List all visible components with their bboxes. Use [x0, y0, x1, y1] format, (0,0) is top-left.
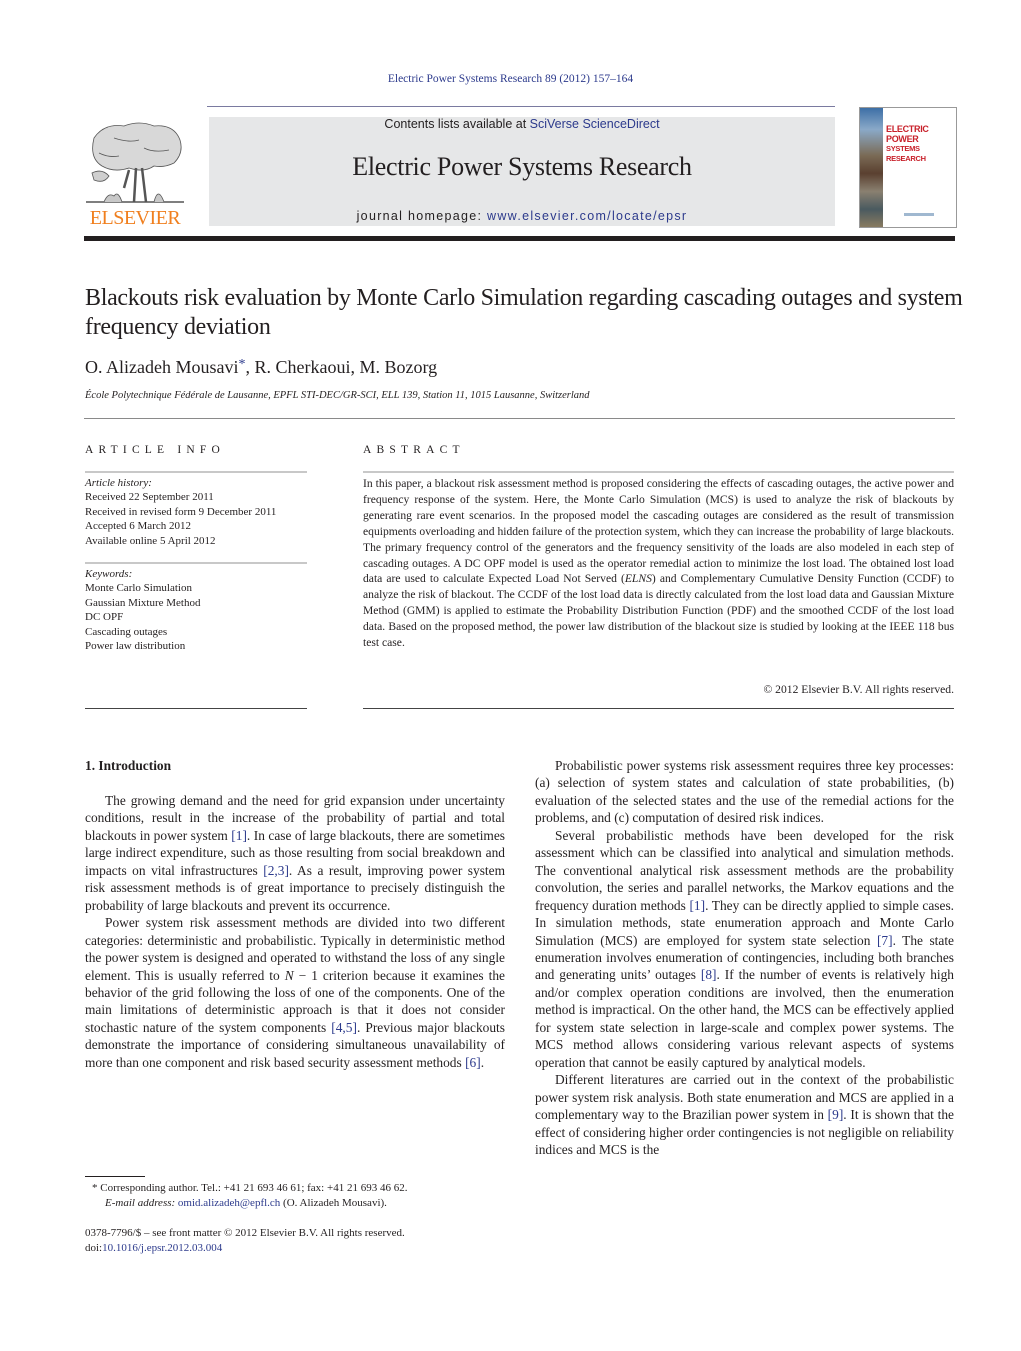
author-name[interactable]: M. Bozorg: [359, 357, 437, 377]
paragraph: Different literatures are carried out in…: [535, 1071, 954, 1158]
affiliation: École Polytechnique Fédérale de Lausanne…: [85, 390, 590, 401]
doi-link[interactable]: 10.1016/j.epsr.2012.03.004: [102, 1242, 222, 1254]
homepage-line: journal homepage: www.elsevier.com/locat…: [209, 209, 835, 223]
history-label: Article history:: [85, 477, 152, 489]
doi-prefix: doi:: [85, 1242, 103, 1254]
section-heading: 1. Introduction: [85, 758, 172, 773]
keyword: Power law distribution: [85, 640, 186, 653]
journal-citation-link[interactable]: Electric Power Systems Research 89 (2012…: [0, 73, 1021, 85]
keyword: Gaussian Mixture Method: [85, 596, 201, 609]
text-run: .: [480, 1054, 485, 1070]
email-label: E-mail address:: [105, 1197, 178, 1209]
front-matter: 0378-7796/$ – see front matter © 2012 El…: [85, 1226, 505, 1256]
right-column: Probabilistic power systems risk assessm…: [535, 757, 954, 1158]
journal-name: Electric Power Systems Research: [352, 152, 692, 181]
footnote-rule: [85, 1176, 145, 1177]
masthead-rule: [84, 236, 955, 241]
divider: [363, 708, 954, 709]
article-info-heading: ARTICLE INFO: [85, 444, 225, 456]
journal-homepage-link[interactable]: www.elsevier.com/locate/epsr: [487, 209, 687, 223]
math-symbol: N: [284, 967, 294, 983]
history-item: Received 22 September 2011: [85, 491, 214, 504]
abstract-text: In this paper, a blackout risk assessmen…: [363, 476, 954, 651]
sciencedirect-link[interactable]: SciVerse ScienceDirect: [530, 117, 660, 131]
divider: [363, 471, 954, 473]
contents-line: Contents lists available at SciVerse Sci…: [209, 117, 835, 131]
citation-link[interactable]: [6]: [465, 1055, 481, 1070]
text-run: . If the number of events is relatively …: [535, 967, 954, 1070]
history-item: Accepted 6 March 2012: [85, 520, 191, 533]
email-suffix: (O. Alizadeh Mousavi).: [280, 1197, 387, 1209]
abstract-heading: ABSTRACT: [363, 444, 465, 456]
author-name[interactable]: R. Cherkaoui: [254, 357, 350, 377]
text-run: Probabilistic power systems risk assessm…: [535, 758, 954, 826]
header-rule: [207, 106, 835, 107]
paragraph: Several probabilistic methods have been …: [535, 827, 954, 1071]
paragraph: The growing demand and the need for grid…: [85, 792, 505, 914]
abstract-part: In this paper, a blackout risk assessmen…: [363, 477, 954, 586]
cover-photo-strip: [860, 108, 883, 227]
cover-title-line1: ELECTRIC POWER: [886, 124, 929, 144]
contents-prefix: Contents lists available at: [384, 117, 530, 131]
elsevier-wordmark[interactable]: ELSEVIER: [84, 207, 186, 230]
left-column: The growing demand and the need for grid…: [85, 792, 505, 1071]
divider: [85, 471, 307, 473]
citation-link[interactable]: [7]: [877, 933, 893, 948]
citation-link[interactable]: [9]: [828, 1107, 844, 1122]
citation-link[interactable]: [1]: [689, 898, 705, 913]
citation-link[interactable]: [4,5]: [331, 1020, 357, 1035]
author-list: O. Alizadeh Mousavi*, R. Cherkaoui, M. B…: [85, 357, 437, 378]
footnote-text: Corresponding author. Tel.: +41 21 693 4…: [97, 1182, 408, 1194]
keyword: Monte Carlo Simulation: [85, 582, 192, 595]
citation-link[interactable]: [2,3]: [263, 863, 289, 878]
history-item: Available online 5 April 2012: [85, 534, 216, 547]
footnote: * Corresponding author. Tel.: +41 21 693…: [85, 1181, 505, 1211]
article-title: Blackouts risk evaluation by Monte Carlo…: [85, 285, 963, 340]
cover-title: ELECTRIC POWER SYSTEMS RESEARCH: [886, 124, 956, 164]
homepage-prefix: journal homepage:: [356, 209, 488, 223]
abstract-italic-term: ELNS: [624, 572, 652, 586]
paragraph: Probabilistic power systems risk assessm…: [535, 757, 954, 827]
keywords-label: Keywords:: [85, 568, 133, 580]
citation-link[interactable]: [8]: [701, 967, 717, 982]
cover-title-line2: SYSTEMS RESEARCH: [886, 144, 926, 163]
divider: [85, 562, 307, 564]
divider: [85, 708, 307, 709]
citation-link[interactable]: [1]: [231, 828, 247, 843]
keyword: Cascading outages: [85, 625, 168, 638]
keyword: DC OPF: [85, 611, 124, 624]
journal-cover-thumbnail[interactable]: ELECTRIC POWER SYSTEMS RESEARCH: [859, 107, 957, 228]
abstract-copyright: © 2012 Elsevier B.V. All rights reserved…: [763, 683, 954, 696]
paragraph: Power system risk assessment methods are…: [85, 914, 505, 1071]
article-history: Article history: Received 22 September 2…: [85, 476, 307, 548]
keywords: Keywords: Monte Carlo Simulation Gaussia…: [85, 567, 307, 653]
cover-publisher-mark-icon: [904, 213, 934, 216]
author-name[interactable]: O. Alizadeh Mousavi: [85, 357, 238, 377]
email-link[interactable]: omid.alizadeh@epfl.ch: [178, 1197, 280, 1209]
issn-line: 0378-7796/$ – see front matter © 2012 El…: [85, 1227, 405, 1239]
history-item: Received in revised form 9 December 2011: [85, 505, 277, 518]
divider: [84, 418, 955, 419]
